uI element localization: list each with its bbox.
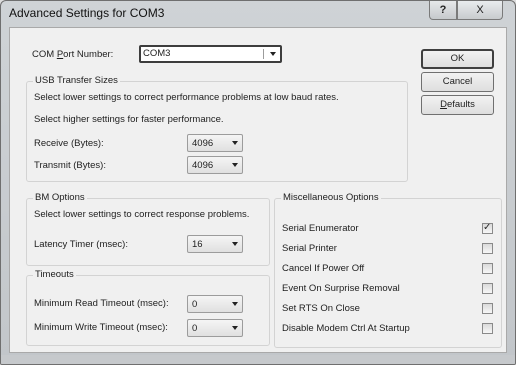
- misc-option-checkbox[interactable]: [482, 263, 493, 274]
- chevron-down-icon: [232, 302, 238, 306]
- misc-option-row[interactable]: Set RTS On Close: [282, 303, 496, 317]
- read-timeout-label: Minimum Read Timeout (msec):: [34, 298, 169, 309]
- transmit-label: Transmit (Bytes):: [34, 160, 106, 171]
- cancel-button[interactable]: Cancel: [421, 72, 494, 92]
- com-port-value: COM3: [143, 48, 171, 59]
- timeouts-group: Timeouts Minimum Read Timeout (msec): 0 …: [26, 269, 270, 346]
- chevron-down-icon: [232, 242, 238, 246]
- receive-select[interactable]: 4096: [187, 134, 243, 152]
- bm-hint: Select lower settings to correct respons…: [34, 209, 250, 220]
- misc-options-group: Miscellaneous Options Serial Enumerator ✓…: [274, 192, 502, 348]
- advanced-settings-dialog: Advanced Settings for COM3 ? X COM Port …: [0, 0, 516, 365]
- timeouts-group-title: Timeouts: [33, 269, 76, 280]
- bottom-frame: [1, 355, 515, 364]
- transmit-value: 4096: [192, 160, 214, 171]
- receive-label: Receive (Bytes):: [34, 138, 104, 149]
- bm-group-title: BM Options: [33, 192, 87, 203]
- window-title: Advanced Settings for COM3: [9, 6, 165, 20]
- usb-hint-lower: Select lower settings to correct perform…: [34, 92, 339, 103]
- transmit-select[interactable]: 4096: [187, 156, 243, 174]
- com-port-select[interactable]: COM3: [139, 45, 282, 63]
- misc-option-label: Cancel If Power Off: [282, 263, 365, 274]
- misc-option-label: Set RTS On Close: [282, 303, 360, 314]
- chevron-down-icon: [232, 326, 238, 330]
- receive-value: 4096: [192, 138, 214, 149]
- usb-transfer-sizes-group: USB Transfer Sizes Select lower settings…: [26, 75, 408, 182]
- latency-label: Latency Timer (msec):: [34, 239, 128, 250]
- help-icon: ?: [439, 4, 447, 16]
- misc-option-row[interactable]: Serial Printer: [282, 243, 496, 257]
- help-button[interactable]: ?: [429, 1, 457, 20]
- misc-option-checkbox[interactable]: [482, 243, 493, 254]
- checkmark-icon: ✓: [483, 222, 492, 233]
- usb-group-title: USB Transfer Sizes: [33, 75, 120, 86]
- misc-group-title: Miscellaneous Options: [281, 192, 381, 203]
- misc-option-row[interactable]: Event On Surprise Removal: [282, 283, 496, 297]
- title-bar[interactable]: Advanced Settings for COM3 ? X: [1, 1, 515, 25]
- misc-option-label: Disable Modem Ctrl At Startup: [282, 323, 410, 334]
- write-timeout-value: 0: [192, 323, 198, 334]
- misc-option-label: Serial Enumerator: [282, 223, 359, 234]
- misc-option-row[interactable]: Disable Modem Ctrl At Startup: [282, 323, 496, 337]
- misc-option-checkbox[interactable]: [482, 323, 493, 334]
- misc-option-row[interactable]: Serial Enumerator ✓: [282, 222, 496, 237]
- misc-option-label: Serial Printer: [282, 243, 337, 254]
- chevron-down-icon: [270, 52, 276, 56]
- chevron-down-icon: [232, 163, 238, 167]
- read-timeout-value: 0: [192, 299, 198, 310]
- latency-value: 16: [192, 239, 203, 250]
- misc-option-checkbox[interactable]: [482, 283, 493, 294]
- close-icon: X: [476, 4, 484, 16]
- bm-options-group: BM Options Select lower settings to corr…: [26, 192, 270, 266]
- misc-option-row[interactable]: Cancel If Power Off: [282, 263, 496, 277]
- write-timeout-label: Minimum Write Timeout (msec):: [34, 322, 168, 333]
- ok-button[interactable]: OK: [421, 49, 494, 69]
- misc-option-checkbox[interactable]: ✓: [482, 222, 493, 234]
- latency-select[interactable]: 16: [187, 235, 243, 253]
- usb-hint-higher: Select higher settings for faster perfor…: [34, 114, 224, 125]
- write-timeout-select[interactable]: 0: [187, 319, 243, 337]
- read-timeout-select[interactable]: 0: [187, 295, 243, 313]
- dialog-body: COM Port Number: COM3 OK Cancel Defaults…: [9, 27, 507, 353]
- defaults-button[interactable]: Defaults: [421, 95, 494, 115]
- chevron-down-icon: [232, 141, 238, 145]
- close-button[interactable]: X: [457, 1, 503, 20]
- misc-option-checkbox[interactable]: [482, 303, 493, 314]
- misc-option-label: Event On Surprise Removal: [282, 283, 400, 294]
- com-port-label: COM Port Number:: [32, 49, 114, 60]
